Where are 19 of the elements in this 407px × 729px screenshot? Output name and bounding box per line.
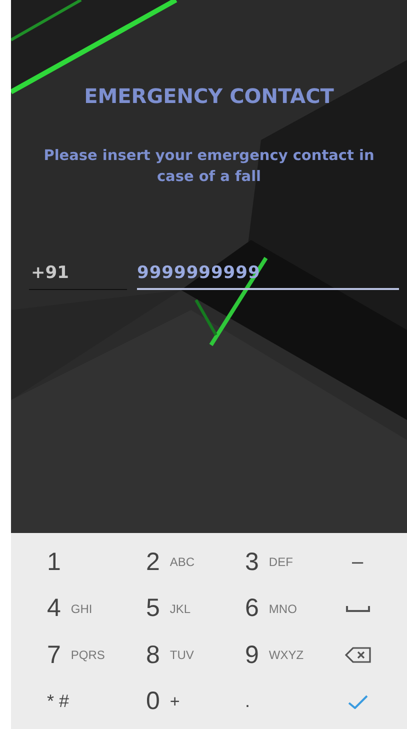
country-code-field[interactable]: +91 xyxy=(29,263,127,290)
keypad-key[interactable]: 0 + xyxy=(146,687,180,716)
check-icon[interactable] xyxy=(348,694,368,709)
keypad-key[interactable]: 6 MNO xyxy=(245,594,297,624)
backspace-icon[interactable] xyxy=(344,647,370,664)
instruction-text: Please insert your emergency contact in case of a fall xyxy=(42,147,376,187)
keypad-key[interactable]: 9 WXYZ xyxy=(245,640,304,670)
keypad-key[interactable]: 8 TUV xyxy=(146,640,194,670)
keypad-key[interactable]: 4 GHI xyxy=(47,594,92,624)
keypad-key[interactable]: – xyxy=(352,550,364,574)
keypad-key[interactable]: * # xyxy=(47,691,70,712)
keypad-key[interactable]: 5 JKL xyxy=(146,594,191,624)
keypad-key[interactable]: 3 DEF xyxy=(245,548,293,577)
screen-title: EMERGENCY CONTACT xyxy=(84,84,334,108)
keypad-key[interactable]: 1 xyxy=(47,548,61,577)
keypad-key[interactable]: 7 PQRS xyxy=(47,640,105,670)
keypad-key[interactable]: 2 ABC xyxy=(146,548,195,577)
keypad-key[interactable]: . xyxy=(245,691,250,712)
space-key-icon[interactable] xyxy=(346,604,370,613)
